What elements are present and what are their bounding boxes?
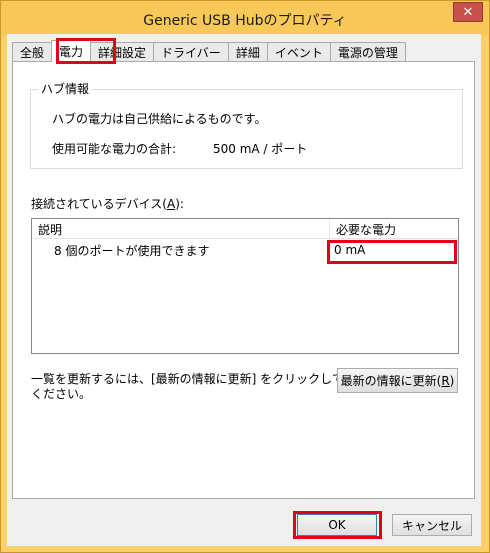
tab-events[interactable]: イベント [266, 42, 331, 62]
refresh-button[interactable]: 最新の情報に更新(R) [337, 368, 458, 393]
tab-driver[interactable]: ドライバー [153, 42, 229, 62]
refresh-instruction-line2: ください。 [31, 387, 92, 401]
hub-info-label: ハブ情報 [38, 80, 93, 97]
column-header-required-power[interactable]: 必要な電力 [330, 219, 458, 239]
cancel-button[interactable]: キャンセル [392, 514, 472, 536]
list-header: 説明 必要な電力 [32, 219, 458, 239]
device-description: 8 個のポートが使用できます [54, 243, 210, 258]
hub-info-group [30, 89, 463, 169]
connected-devices-list[interactable]: 説明 必要な電力 8 個のポートが使用できます 0 mA [31, 218, 459, 354]
title-bar[interactable]: Generic USB Hubのプロパティ ✕ [1, 1, 489, 35]
close-button[interactable]: ✕ [453, 2, 483, 22]
window-title: Generic USB Hubのプロパティ [143, 13, 347, 29]
tab-power-management[interactable]: 電源の管理 [329, 42, 406, 62]
highlight-power-tab [56, 38, 116, 64]
total-power-value: 500 mA / ポート [213, 142, 308, 156]
connected-devices-label: 接続されているデバイス(A): [31, 197, 184, 211]
column-header-description[interactable]: 説明 [32, 219, 330, 239]
self-powered-text: ハブの電力は自己供給によるものです。 [52, 112, 267, 126]
tab-general[interactable]: 全般 [12, 42, 53, 62]
tab-details[interactable]: 詳細 [227, 42, 268, 62]
close-icon: ✕ [462, 4, 474, 20]
highlight-required-power [327, 240, 457, 264]
highlight-ok-button [293, 511, 382, 539]
total-power-label: 使用可能な電力の合計: [52, 142, 177, 156]
